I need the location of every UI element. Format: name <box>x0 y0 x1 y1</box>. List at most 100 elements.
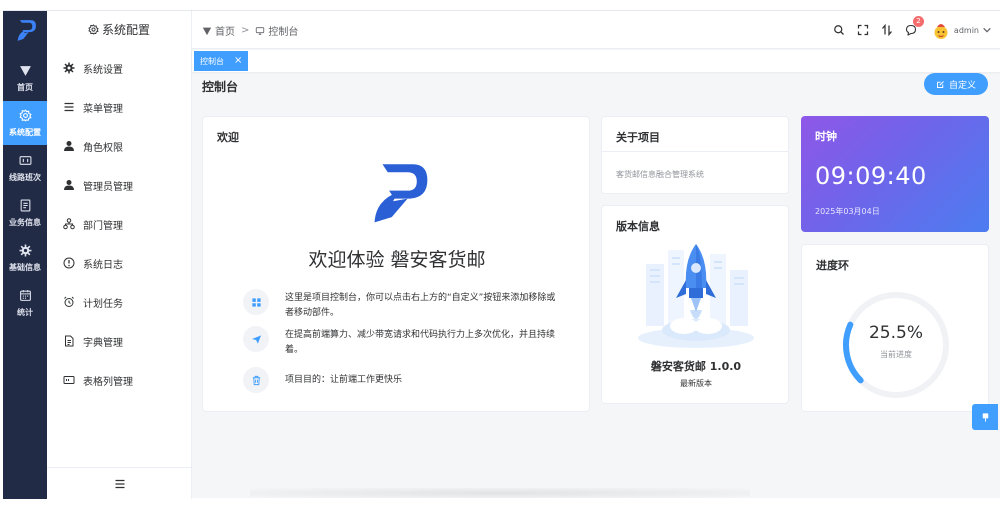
notification-badge: 2 <box>912 16 924 27</box>
feature-item: 项目目的：让前端工作更快乐 <box>243 367 561 393</box>
bottom-shadow <box>250 488 750 498</box>
version-card-title: 版本信息 <box>616 220 660 233</box>
monitor-icon <box>256 26 265 35</box>
breadcrumb: 首页 > 控制台 <box>202 23 298 38</box>
tab-console[interactable]: 控制台 × <box>194 51 249 71</box>
version-name: 磐安客货邮 1.0.0 <box>650 360 742 373</box>
menu-item-dictionary-management[interactable]: 字典管理 <box>47 327 192 355</box>
calendar-icon <box>3 287 47 305</box>
clock-card: 时钟 09:09:40 2025年03月04日 <box>801 116 989 232</box>
clock-card-title: 时钟 <box>815 130 837 143</box>
feature-text: 在提高前端算力、减少带宽请求和代码执行力上多次优化，并且持续着。 <box>285 330 556 355</box>
messages-button[interactable]: 2 <box>899 16 924 41</box>
rail-item-business[interactable]: 业务信息 <box>3 191 47 235</box>
paper-plane-icon <box>251 334 261 344</box>
floating-action-button[interactable] <box>972 404 998 430</box>
fullscreen-button[interactable] <box>851 19 875 41</box>
feature-text: 这里是项目控制台，你可以点击右上方的“自定义”按钮来添加移除或者移动部件。 <box>285 293 556 318</box>
feature-item: 在提高前端算力、减少带宽请求和代码执行力上多次优化，并且持续着。 <box>243 326 561 358</box>
breadcrumb-item-home[interactable]: 首页 <box>215 23 235 38</box>
progress-ring <box>843 292 949 398</box>
divider <box>602 151 788 152</box>
hamburger-icon <box>115 479 124 488</box>
transfer-button[interactable] <box>875 19 899 41</box>
main-nav-rail: 首页 系统配置 线路班次 业务信息 基础信息 统计 <box>3 11 47 499</box>
feature-text: 项目目的：让前端工作更快乐 <box>285 375 403 385</box>
chevron-down-icon[interactable] <box>982 25 992 35</box>
customize-button[interactable]: 自定义 <box>924 73 988 95</box>
menu-item-menu-management[interactable]: 菜单管理 <box>47 93 192 121</box>
progress-card: 进度环 25.5% 当前进度 <box>801 244 989 412</box>
brand-logo-icon[interactable] <box>12 17 38 43</box>
about-card-title: 关于项目 <box>616 131 660 144</box>
alarm-clock-icon <box>64 296 74 307</box>
fullscreen-icon <box>857 24 869 36</box>
menu-item-system-settings[interactable]: 系统设置 <box>47 54 192 82</box>
rail-item-system-config[interactable]: 系统配置 <box>3 101 47 145</box>
menu-item-label: 系统日志 <box>83 259 123 271</box>
info-icon <box>63 257 75 269</box>
sub-menu-title-text: 系统配置 <box>101 22 150 37</box>
rail-item-stats[interactable]: 统计 <box>3 281 47 325</box>
menu-item-role-permissions[interactable]: 角色权限 <box>47 132 192 160</box>
welcome-heading: 欢迎体验 磐安客货邮 <box>308 249 486 271</box>
avatar[interactable] <box>931 20 951 40</box>
edit-icon <box>937 80 944 88</box>
breadcrumb-item-console[interactable]: 控制台 <box>268 23 298 38</box>
menu-item-label: 角色权限 <box>83 142 123 154</box>
clock-date: 2025年03月04日 <box>815 207 880 216</box>
feature-icon-circle <box>243 367 269 393</box>
schedule-icon <box>3 152 47 170</box>
rail-item-label: 系统配置 <box>9 128 41 137</box>
tab-label: 控制台 <box>200 56 224 66</box>
version-subtitle: 最新版本 <box>680 379 712 388</box>
welcome-card-title: 欢迎 <box>217 131 239 144</box>
customize-button-label: 自定义 <box>948 80 976 91</box>
version-card: 版本信息 磐安客货邮 1.0.0 最新版本 <box>601 205 789 404</box>
rail-item-label: 统计 <box>17 308 33 317</box>
document-icon <box>3 197 47 215</box>
menu-item-label: 表格列管理 <box>83 376 133 388</box>
progress-label: 当前进度 <box>880 350 912 359</box>
rail-item-routes[interactable]: 线路班次 <box>3 146 47 190</box>
clock-time: 09:09:40 <box>815 162 927 190</box>
rail-item-home[interactable]: 首页 <box>3 56 47 100</box>
user-icon <box>64 180 74 190</box>
gear-icon <box>63 62 75 74</box>
user-name[interactable]: admin <box>954 26 979 35</box>
feature-item: 这里是项目控制台，你可以点击右上方的“自定义”按钮来添加移除或者移动部件。 <box>243 289 561 321</box>
about-card: 关于项目 客货邮信息融合管理系统 <box>601 116 789 194</box>
gear-icon <box>3 107 47 125</box>
triangle-down-icon <box>3 62 47 80</box>
org-icon <box>63 218 75 230</box>
search-button[interactable] <box>827 19 851 41</box>
grid-icon <box>251 297 261 307</box>
table-icon <box>63 376 75 384</box>
rail-item-label: 线路班次 <box>9 173 41 182</box>
user-icon <box>64 141 74 151</box>
menu-item-label: 字典管理 <box>83 337 123 349</box>
rail-item-label: 首页 <box>17 83 33 92</box>
collapse-menu-button[interactable] <box>47 467 192 499</box>
menu-item-table-column-management[interactable]: 表格列管理 <box>47 366 192 394</box>
feature-icon-circle <box>243 289 269 315</box>
triangle-down-icon <box>202 27 212 35</box>
search-icon <box>834 25 844 35</box>
progress-value: 25.5% <box>868 323 923 343</box>
menu-item-label: 菜单管理 <box>83 103 123 115</box>
file-icon <box>65 335 74 347</box>
close-icon[interactable]: × <box>234 56 242 66</box>
menu-item-department-management[interactable]: 部门管理 <box>47 210 192 238</box>
gear-icon <box>88 23 99 35</box>
rocket-illustration-icon <box>638 244 754 348</box>
menu-item-label: 计划任务 <box>83 298 123 310</box>
gear-icon <box>3 242 47 260</box>
brush-icon <box>982 412 988 422</box>
transfer-icon <box>881 24 892 36</box>
page-title: 控制台 <box>202 80 239 94</box>
menu-item-system-logs[interactable]: 系统日志 <box>47 249 192 277</box>
menu-item-admin-management[interactable]: 管理员管理 <box>47 171 192 199</box>
trash-icon <box>252 375 260 385</box>
menu-item-scheduled-tasks[interactable]: 计划任务 <box>47 288 192 316</box>
rail-item-base-info[interactable]: 基础信息 <box>3 236 47 280</box>
